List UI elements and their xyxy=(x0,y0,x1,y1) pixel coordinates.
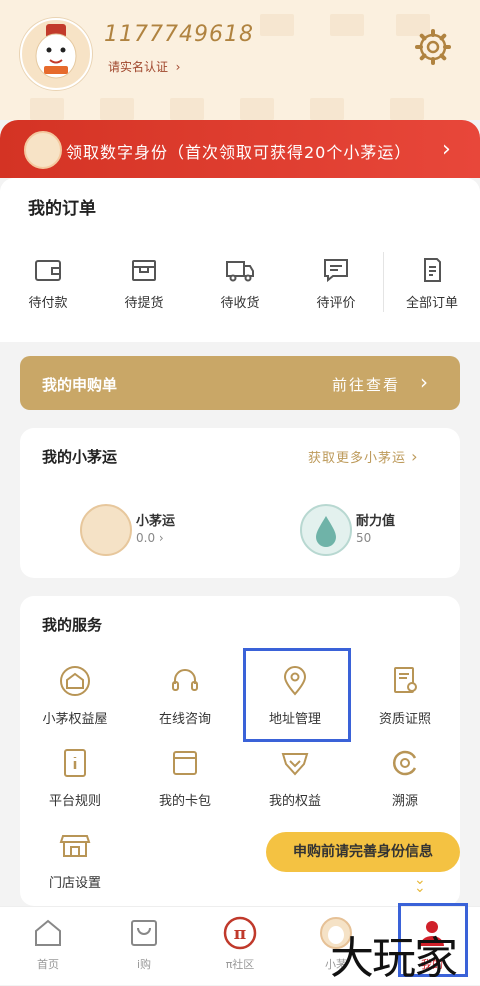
maoyun-more-label: 获取更多小茅运 xyxy=(308,451,407,466)
tab-label: 首页 xyxy=(37,958,59,971)
tab-ibuy[interactable]: i购 xyxy=(96,916,192,972)
service-certificates[interactable]: 资质证照 xyxy=(350,664,460,727)
truck-icon xyxy=(226,261,254,282)
stamina-label: 耐力值 xyxy=(356,514,396,529)
order-label: 全部订单 xyxy=(405,296,458,311)
tab-label: i购 xyxy=(136,958,152,971)
chevron-right-icon: › xyxy=(442,137,451,162)
service-label: 资质证照 xyxy=(378,712,431,727)
order-label: 待收货 xyxy=(220,296,260,311)
maoyun-more-link[interactable]: 获取更多小茅运 › xyxy=(308,447,419,466)
order-label: 待付款 xyxy=(28,296,68,311)
comment-icon xyxy=(324,259,348,283)
mascot-avatar-icon xyxy=(35,24,77,79)
info-book-icon xyxy=(64,749,86,777)
chevron-right-icon: › xyxy=(420,370,428,394)
service-trace[interactable]: 溯源 xyxy=(350,746,460,809)
maoyun-badge-icon xyxy=(80,504,132,556)
svg-text:π: π xyxy=(234,924,246,944)
service-rules[interactable]: 平台规则 xyxy=(20,746,130,809)
services-title: 我的服务 xyxy=(42,616,103,634)
service-label: 溯源 xyxy=(391,794,418,809)
avatar[interactable] xyxy=(20,18,92,90)
service-label: 在线咨询 xyxy=(158,712,211,727)
maoyun-stat-value[interactable]: 0.0 › xyxy=(136,531,164,545)
service-my-rights[interactable]: 我的权益 xyxy=(240,746,350,809)
order-label: 待提货 xyxy=(124,296,164,311)
service-label: 平台规则 xyxy=(48,794,101,809)
mascot-icon xyxy=(24,131,62,169)
maoyun-value: 0.0 xyxy=(136,531,156,545)
tab-label: π社区 xyxy=(225,958,255,971)
order-pending-receipt[interactable]: 待收货 xyxy=(192,256,288,311)
store-icon xyxy=(59,835,91,857)
service-card-wallet[interactable]: 我的卡包 xyxy=(130,746,240,809)
double-chevron-down-icon: ⌄ ⌄ xyxy=(414,872,426,896)
maoyun-title: 我的小茅运 xyxy=(42,448,118,466)
heart-badge-icon xyxy=(281,753,309,776)
orders-title: 我的订单 xyxy=(28,199,96,219)
home-icon xyxy=(35,919,61,946)
order-pending-pickup[interactable]: 待提货 xyxy=(96,256,192,311)
user-phone: 1177749618 xyxy=(104,22,254,47)
order-pending-payment[interactable]: 待付款 xyxy=(0,256,96,311)
bag-icon xyxy=(131,920,157,946)
trace-icon xyxy=(392,750,417,776)
box-icon xyxy=(132,260,156,281)
service-store-settings[interactable]: 门店设置 xyxy=(20,828,130,891)
purchase-link[interactable]: 前往查看 xyxy=(332,374,400,395)
service-label: 我的卡包 xyxy=(158,794,211,809)
wallet-icon xyxy=(35,260,61,281)
selection-highlight xyxy=(243,648,351,742)
service-equity-house[interactable]: 小茅权益屋 xyxy=(20,664,130,727)
service-label: 小茅权益屋 xyxy=(42,712,108,727)
tab-home[interactable]: 首页 xyxy=(0,916,96,972)
order-all[interactable]: 全部订单 xyxy=(384,256,480,311)
chevron-right-icon: › xyxy=(411,447,419,466)
watermark: 大玩家 xyxy=(330,933,458,984)
order-pending-review[interactable]: 待评价 xyxy=(288,256,384,311)
service-label: 门店设置 xyxy=(48,876,101,891)
maoyun-stat-label: 小茅运 xyxy=(136,514,176,529)
card-wallet-icon xyxy=(173,751,197,775)
pi-icon: π xyxy=(223,916,257,950)
chevron-right-icon: › xyxy=(158,531,164,545)
verify-link[interactable]: 请实名认证 › xyxy=(108,58,180,75)
house-icon xyxy=(60,666,90,696)
stamina-value: 50 xyxy=(356,531,372,545)
purchase-title: 我的申购单 xyxy=(42,376,118,394)
service-label: 我的权益 xyxy=(268,794,321,809)
banner-text: 领取数字身份（首次领取可获得20个小茅运） xyxy=(66,143,412,162)
order-label: 待评价 xyxy=(316,296,356,311)
headset-icon xyxy=(172,669,198,691)
chevron-right-icon: › xyxy=(175,60,181,74)
verify-label: 请实名认证 xyxy=(108,60,169,74)
tab-community[interactable]: π π社区 xyxy=(192,916,288,972)
document-icon xyxy=(424,258,441,282)
certificate-icon xyxy=(394,667,417,693)
stamina-icon xyxy=(300,504,352,556)
service-online-consult[interactable]: 在线咨询 xyxy=(130,664,240,727)
gear-icon[interactable] xyxy=(414,28,452,66)
identity-toast[interactable]: 申购前请完善身份信息 xyxy=(266,832,460,872)
